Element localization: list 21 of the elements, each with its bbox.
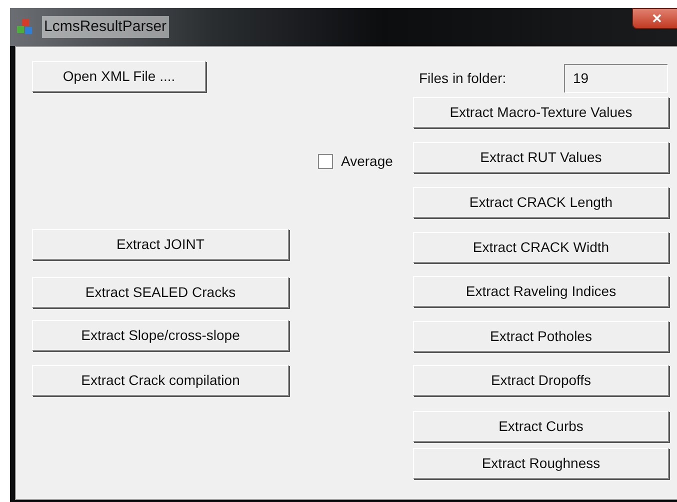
open-file-button[interactable]: Open XML File .... xyxy=(32,61,206,92)
extract-button[interactable]: Extract JOINT xyxy=(32,229,289,260)
window-title: LcmsResultParser xyxy=(42,16,169,38)
extract-button[interactable]: Extract Slope/cross-slope xyxy=(32,320,289,351)
close-button[interactable]: ✕ xyxy=(632,8,677,29)
extract-button[interactable]: Extract Potholes xyxy=(413,321,669,352)
extract-button[interactable]: Extract Roughness xyxy=(413,448,669,479)
extract-button[interactable]: Extract Raveling Indices xyxy=(413,276,669,307)
extract-button[interactable]: Extract Curbs xyxy=(413,411,669,442)
extract-button[interactable]: Extract CRACK Length xyxy=(413,187,669,218)
extract-button[interactable]: Extract Macro-Texture Values xyxy=(413,97,669,128)
average-label: Average xyxy=(341,152,393,171)
files-in-folder-label: Files in folder: xyxy=(419,68,508,88)
cubes-icon xyxy=(16,18,34,36)
extract-button[interactable]: Extract Dropoffs xyxy=(413,365,669,396)
file-count-field[interactable]: 19 xyxy=(564,64,668,92)
average-checkbox[interactable] xyxy=(318,154,333,169)
extract-button[interactable]: Extract Crack compilation xyxy=(32,365,289,396)
extract-button[interactable]: Extract SEALED Cracks xyxy=(32,277,289,308)
extract-button[interactable]: Extract CRACK Width xyxy=(413,232,669,263)
extract-button[interactable]: Extract RUT Values xyxy=(413,142,669,173)
